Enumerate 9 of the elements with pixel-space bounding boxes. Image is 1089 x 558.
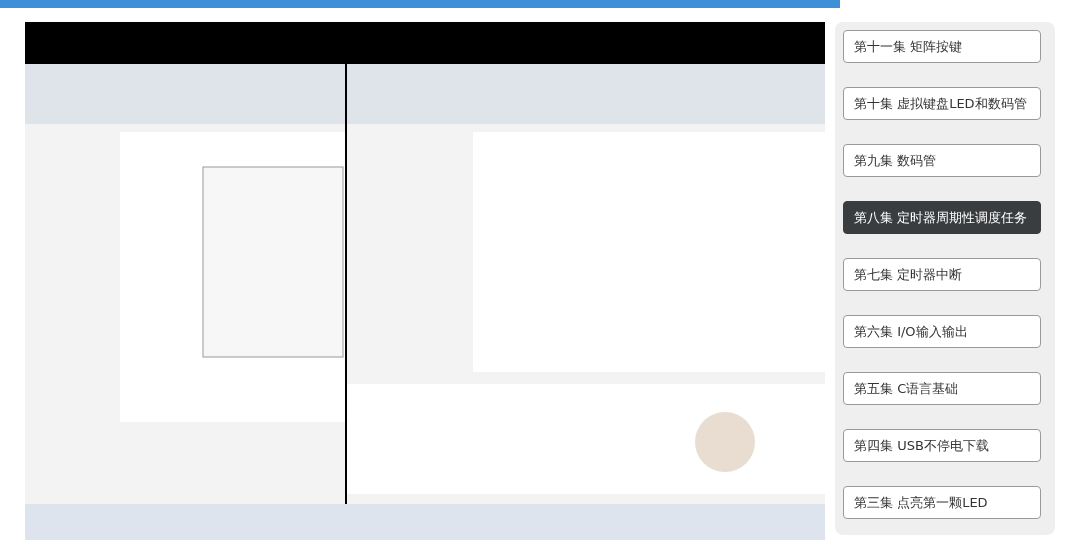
episode-button[interactable]: 第三集 点亮第一颗LED <box>843 486 1041 519</box>
episode-button[interactable]: 第九集 数码管 <box>843 144 1041 177</box>
episode-button[interactable]: 第六集 I/O输入输出 <box>843 315 1041 348</box>
episode-button[interactable]: 第五集 C语言基础 <box>843 372 1041 405</box>
episode-button[interactable]: 第七集 定时器中断 <box>843 258 1041 291</box>
episode-button[interactable]: 第十一集 矩阵按键 <box>843 30 1041 63</box>
episode-button[interactable]: 第十集 虚拟键盘LED和数码管 <box>843 87 1041 120</box>
episode-button[interactable]: 第四集 USB不停电下载 <box>843 429 1041 462</box>
episode-button[interactable]: 第八集 定时器周期性调度任务 <box>843 201 1041 234</box>
